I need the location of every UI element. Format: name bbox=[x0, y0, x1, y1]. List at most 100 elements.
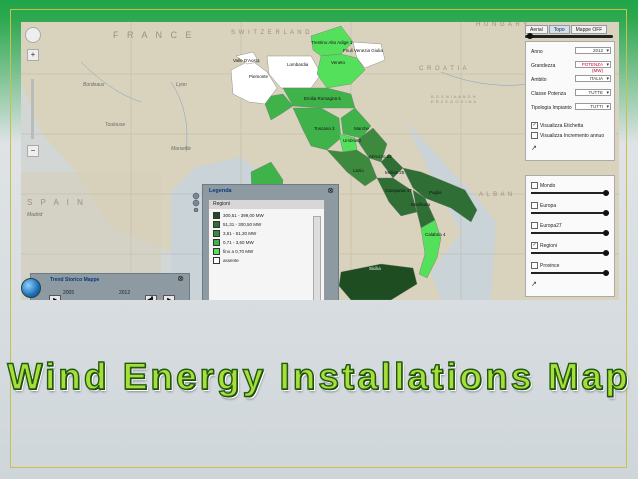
play-icon[interactable]: ▶ bbox=[163, 295, 175, 300]
basemap-opacity-slider[interactable] bbox=[525, 33, 613, 39]
slider-knob[interactable] bbox=[603, 230, 609, 236]
region-label-marche: Marche bbox=[354, 126, 370, 131]
legend-item: 300,51 - 399,00 MW bbox=[213, 212, 264, 219]
zoom-slider[interactable] bbox=[31, 79, 34, 139]
rewind-icon[interactable]: ◀▌ bbox=[145, 295, 157, 300]
checkbox-label: Visualizza Etichetta bbox=[540, 122, 584, 129]
region-label-basilicata: Basilicata bbox=[411, 202, 431, 207]
region-label-lazio: Lazio bbox=[353, 168, 364, 173]
layer-opacity-slider[interactable] bbox=[531, 190, 609, 196]
close-icon[interactable]: ⊗ bbox=[327, 186, 334, 195]
country-label-france: F R A N C E bbox=[113, 30, 195, 40]
slider-knob[interactable] bbox=[603, 190, 609, 196]
map-nav-control[interactable]: arrow-icon + − bbox=[25, 27, 41, 157]
region-label-molise: Molise 25 bbox=[385, 170, 405, 175]
anno-select[interactable]: 2012 bbox=[575, 47, 611, 54]
layer-label: Regioni bbox=[540, 242, 557, 249]
region-label-valle-aosta: Valle D'Aosta bbox=[233, 58, 260, 63]
slider-knob[interactable] bbox=[603, 270, 609, 276]
legend-swatch bbox=[213, 239, 220, 246]
region-label-calabria: Calabria 4 bbox=[425, 232, 446, 237]
basemap-tabs: Aerial Topo Mappe OFF bbox=[525, 25, 608, 34]
tab-mappe-off[interactable]: Mappe OFF bbox=[570, 25, 608, 34]
legend-item: 0,71 - 3,60 MW bbox=[213, 239, 254, 246]
region-label-trentino: Trentino Alto Adige 1 bbox=[311, 40, 353, 45]
checkbox-visualizza-incremento[interactable]: Visualizza Incremento annuo bbox=[531, 132, 604, 139]
region-label-campania: Campania 47 bbox=[385, 188, 412, 193]
legend-swatch bbox=[213, 230, 220, 237]
legend-content: Regioni 300,51 - 399,00 MW 51,31 - 300,5… bbox=[208, 199, 325, 300]
slider-knob[interactable] bbox=[527, 33, 533, 39]
country-label-switzerland: S W I T Z E R L A N D bbox=[231, 30, 311, 36]
layer-province[interactable]: Province bbox=[531, 262, 609, 276]
expand-arrow-icon[interactable]: ↗ bbox=[531, 280, 537, 288]
city-label: Marseille bbox=[171, 146, 192, 152]
checkbox-visualizza-etichetta[interactable]: ✓ Visualizza Etichetta bbox=[531, 122, 583, 129]
ambito-select[interactable]: ITALIA bbox=[575, 75, 611, 82]
checkbox-empty-icon[interactable] bbox=[531, 222, 538, 229]
legend-tools[interactable] bbox=[192, 192, 202, 213]
country-label-bosnia: B O S N I A A N D H E R Z E G O V I N A bbox=[431, 94, 477, 104]
layer-mondo[interactable]: Mondo bbox=[531, 182, 609, 196]
arrow-icon[interactable]: arrow-icon bbox=[25, 27, 41, 43]
region-label-abruzzo: Abruzzo 22 bbox=[369, 154, 392, 159]
trend-year-end: 2012 bbox=[119, 290, 131, 296]
layer-regioni[interactable]: ✓ Regioni bbox=[531, 242, 609, 256]
map-window[interactable]: F R A N C E S W I T Z E R L A N D H U N … bbox=[21, 22, 619, 300]
layers-icon[interactable] bbox=[192, 192, 202, 213]
tipologia-select[interactable]: TUTTI bbox=[575, 103, 611, 110]
checkbox-checked-icon[interactable]: ✓ bbox=[531, 122, 538, 129]
zoom-in-button[interactable]: + bbox=[27, 49, 39, 61]
legend-item: fino a 0,70 MW bbox=[213, 248, 253, 255]
trend-window[interactable]: Trend Storico Mappe ⊗ 2005 2012 ▶ ◀▌ ▶ bbox=[30, 273, 190, 300]
classe-potenza-select[interactable]: TUTTE bbox=[575, 89, 611, 96]
layer-label: Europa27 bbox=[540, 222, 562, 229]
checkbox-empty-icon[interactable] bbox=[531, 262, 538, 269]
region-label-emilia-romagna: Emilia Romagna 5 bbox=[304, 96, 341, 101]
layer-europa27[interactable]: Europa27 bbox=[531, 222, 609, 236]
filter-label-ambito: Ambito bbox=[531, 77, 547, 83]
layer-opacity-slider[interactable] bbox=[531, 250, 609, 256]
layer-opacity-slider[interactable] bbox=[531, 230, 609, 236]
close-icon[interactable]: ⊗ bbox=[177, 274, 184, 283]
city-label: Lyon bbox=[176, 82, 187, 88]
layer-opacity-slider[interactable] bbox=[531, 270, 609, 276]
slide-title: Wind Energy Installations Map bbox=[7, 355, 631, 397]
control-panel: Aerial Topo Mappe OFF Anno 2012 Grandezz… bbox=[503, 25, 616, 297]
grandezza-select[interactable]: POTENZA (MW) bbox=[575, 61, 611, 73]
expand-arrow-icon[interactable]: ↗ bbox=[531, 144, 537, 152]
region-label-piemonte: Piemonte bbox=[249, 74, 269, 79]
filter-label-grandezza: Grandezza bbox=[531, 63, 556, 69]
checkbox-empty-icon[interactable] bbox=[531, 202, 538, 209]
legend-swatch bbox=[213, 221, 220, 228]
legend-item-label: assente bbox=[223, 258, 239, 263]
region-label-sicilia: Sicilia bbox=[369, 266, 381, 271]
legend-window[interactable]: Legenda ⊗ Regioni 300,51 - 399,00 MW 51,… bbox=[202, 184, 339, 300]
play-icon[interactable]: ▶ bbox=[49, 295, 61, 300]
legend-item-label: 300,51 - 399,00 MW bbox=[223, 213, 264, 218]
region-label-friuli: Friuli Venezia Giulia bbox=[343, 48, 383, 53]
city-label: Bordeaux bbox=[83, 82, 105, 88]
trend-year-start: 2005 bbox=[63, 290, 75, 296]
legend-swatch bbox=[213, 248, 220, 255]
checkbox-checked-icon[interactable]: ✓ bbox=[531, 242, 538, 249]
region-label-toscana: Toscana 3 bbox=[314, 126, 335, 131]
globe-icon[interactable] bbox=[21, 278, 41, 298]
layer-europa[interactable]: Europa bbox=[531, 202, 609, 216]
legend-item: 3,61 - 51,30 MW bbox=[213, 230, 256, 237]
legend-item-label: 51,31 - 300,50 MW bbox=[223, 222, 262, 227]
legend-item-label: 0,71 - 3,60 MW bbox=[223, 240, 254, 245]
zoom-out-button[interactable]: − bbox=[27, 145, 39, 157]
layer-label: Province bbox=[540, 262, 560, 269]
legend-item-label: 3,61 - 51,30 MW bbox=[223, 231, 257, 236]
layer-opacity-slider[interactable] bbox=[531, 210, 609, 216]
region-label-puglia: Puglia bbox=[429, 190, 442, 195]
legend-scrollbar[interactable] bbox=[313, 216, 321, 300]
tab-topo[interactable]: Topo bbox=[548, 25, 570, 34]
checkbox-empty-icon[interactable] bbox=[531, 182, 538, 189]
slider-knob[interactable] bbox=[603, 250, 609, 256]
region-label-lombardia: Lombardia bbox=[287, 62, 309, 67]
legend-item: 51,31 - 300,50 MW bbox=[213, 221, 261, 228]
slider-knob[interactable] bbox=[603, 210, 609, 216]
checkbox-empty-icon[interactable] bbox=[531, 132, 538, 139]
